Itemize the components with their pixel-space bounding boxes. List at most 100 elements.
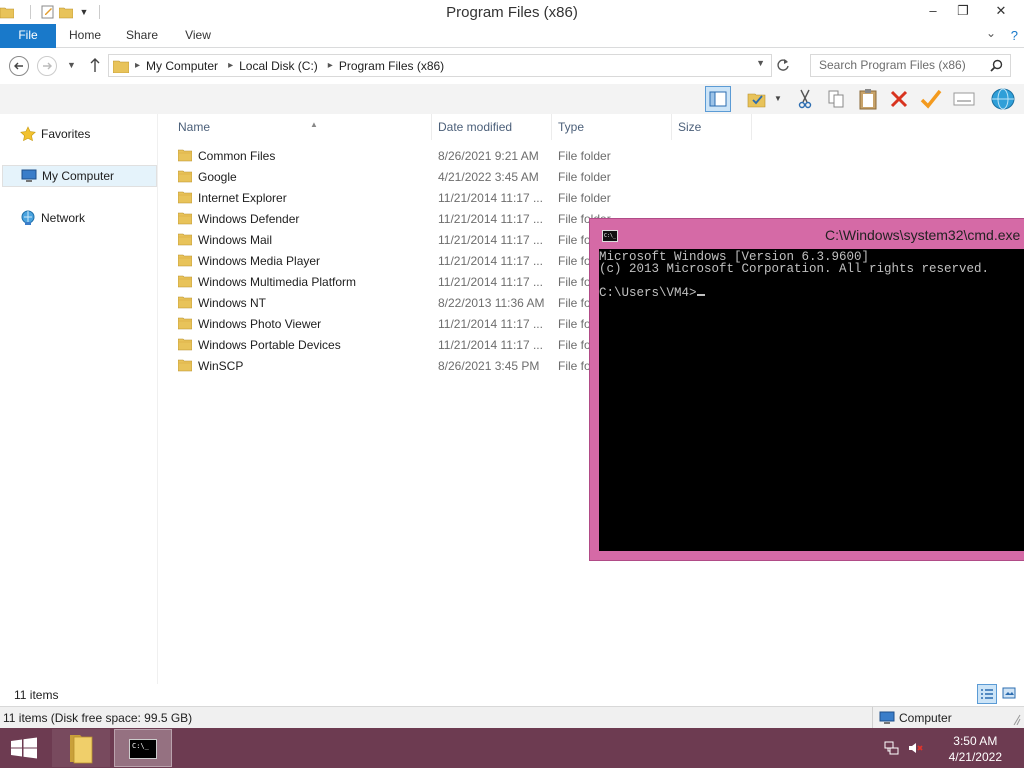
- file-date: 8/26/2021 3:45 PM: [438, 359, 540, 373]
- breadcrumb-local-disk[interactable]: Local Disk (C:): [239, 59, 318, 73]
- up-button[interactable]: [88, 56, 102, 77]
- details-view-button[interactable]: [977, 684, 997, 704]
- window-title: Program Files (x86): [446, 4, 578, 21]
- column-header-type[interactable]: Type: [552, 114, 672, 140]
- address-bar[interactable]: ▸ My Computer ▸ Local Disk (C:) ▸ Progra…: [108, 54, 772, 77]
- cmd-title-bar[interactable]: C:\_ C:\Windows\system32\cmd.exe: [590, 219, 1024, 249]
- taskbar-file-explorer[interactable]: [52, 729, 110, 767]
- ribbon-tabs: File Home Share View ⌄ ?: [0, 24, 1024, 48]
- breadcrumb-separator-icon[interactable]: ▸: [135, 60, 140, 71]
- nav-network[interactable]: Network: [0, 207, 158, 229]
- layout-icon: [709, 91, 727, 107]
- back-button[interactable]: [9, 56, 29, 76]
- expand-ribbon-icon[interactable]: ⌄: [986, 26, 996, 40]
- start-button[interactable]: [0, 728, 48, 768]
- forward-button[interactable]: [37, 56, 57, 76]
- table-row[interactable]: Google 4/21/2022 3:45 AM File folder: [172, 166, 772, 187]
- column-header-date[interactable]: Date modified: [432, 114, 552, 140]
- column-name-label: Name: [178, 120, 211, 134]
- globe-button[interactable]: [990, 86, 1016, 112]
- file-date: 11/21/2014 11:17 ...: [438, 275, 543, 289]
- copy-button[interactable]: [823, 86, 849, 112]
- maximize-button[interactable]: ❐: [948, 0, 978, 22]
- rename-button[interactable]: [951, 86, 977, 112]
- file-date: 8/22/2013 11:36 AM: [438, 296, 545, 310]
- zone-indicator: Computer: [872, 707, 952, 728]
- scissors-icon: [798, 89, 812, 109]
- nav-my-computer[interactable]: My Computer: [2, 165, 157, 187]
- cmd-window[interactable]: C:\_ C:\Windows\system32\cmd.exe Microso…: [589, 218, 1024, 561]
- address-history-chevron-icon[interactable]: ▼: [756, 58, 765, 68]
- computer-icon: [879, 711, 895, 725]
- search-input[interactable]: Search Program Files (x86): [810, 54, 1011, 77]
- file-type: File fo: [558, 275, 591, 289]
- help-icon[interactable]: ?: [1011, 28, 1018, 43]
- check-button[interactable]: [918, 86, 944, 112]
- cmd-console[interactable]: Microsoft Windows [Version 6.3.9600] (c)…: [599, 249, 1024, 551]
- minimize-button[interactable]: –: [918, 0, 948, 22]
- select-dropdown-chevron-icon[interactable]: ▼: [774, 94, 782, 103]
- file-type: File fo: [558, 359, 591, 373]
- tab-share[interactable]: Share: [118, 24, 166, 48]
- recent-locations-chevron-icon[interactable]: ▼: [67, 60, 76, 70]
- breadcrumb-my-computer[interactable]: My Computer: [146, 59, 218, 73]
- file-date: 4/21/2022 3:45 AM: [438, 170, 539, 184]
- resize-grip-icon[interactable]: [1011, 711, 1021, 726]
- file-name: WinSCP: [198, 359, 244, 373]
- volume-muted-icon[interactable]: [908, 740, 924, 756]
- clock-date: 4/21/2022: [948, 750, 1002, 764]
- file-date: 11/21/2014 11:17 ...: [438, 212, 543, 226]
- folder-icon: [112, 59, 130, 73]
- tab-home[interactable]: Home: [60, 24, 110, 48]
- file-type: File fo: [558, 317, 591, 331]
- item-count: 11 items: [14, 688, 59, 702]
- clock[interactable]: 3:50 AM 4/21/2022: [949, 733, 1002, 765]
- column-header-name[interactable]: Name ▲: [172, 114, 432, 140]
- breadcrumb-separator-icon[interactable]: ▸: [228, 60, 233, 71]
- tab-view[interactable]: View: [174, 24, 222, 48]
- taskbar: C:\_ 3:50 AM 4/21/2022: [0, 728, 1024, 768]
- file-name: Common Files: [198, 149, 276, 163]
- refresh-icon[interactable]: [776, 58, 790, 75]
- preview-pane-button[interactable]: [705, 86, 731, 112]
- disk-space-info: 11 items (Disk free space: 99.5 GB): [3, 711, 193, 725]
- breadcrumb-separator-icon[interactable]: ▸: [328, 60, 333, 71]
- close-button[interactable]: ✕: [978, 0, 1024, 22]
- cmd-title: C:\Windows\system32\cmd.exe: [825, 227, 1021, 243]
- table-row[interactable]: Common Files 8/26/2021 9:21 AM File folder: [172, 145, 772, 166]
- folder-icon: [177, 337, 193, 351]
- title-bar: ▼ Program Files (x86) – ❐ ✕: [0, 0, 1024, 24]
- tab-file[interactable]: File: [0, 24, 56, 48]
- copy-icon: [828, 90, 844, 108]
- file-date: 11/21/2014 11:17 ...: [438, 233, 543, 247]
- search-icon[interactable]: [990, 59, 1003, 75]
- breadcrumb-program-files[interactable]: Program Files (x86): [339, 59, 444, 73]
- file-type: File fo: [558, 233, 591, 247]
- large-icons-view-button[interactable]: [999, 684, 1019, 704]
- folder-icon: [177, 148, 193, 162]
- globe-icon: [991, 88, 1015, 110]
- paste-button[interactable]: [855, 86, 881, 112]
- folder-icon: [177, 295, 193, 309]
- folder-icon: [177, 253, 193, 267]
- file-type: File fo: [558, 254, 591, 268]
- nav-favorites[interactable]: Favorites: [0, 123, 158, 145]
- folder-icon: [70, 735, 93, 764]
- taskbar-cmd[interactable]: C:\_: [114, 729, 172, 767]
- file-name: Google: [198, 170, 237, 184]
- table-row[interactable]: Internet Explorer 11/21/2014 11:17 ... Fil…: [172, 187, 772, 208]
- file-name: Windows Photo Viewer: [198, 317, 322, 331]
- file-type: File fo: [558, 338, 591, 352]
- command-toolbar: ▼: [0, 84, 1024, 114]
- delete-button[interactable]: [886, 86, 912, 112]
- folder-icon: [177, 169, 193, 183]
- network-tray-icon[interactable]: [884, 740, 900, 756]
- star-icon: [20, 126, 36, 142]
- details-status-bar: 11 items (Disk free space: 99.5 GB) Comp…: [0, 706, 1024, 728]
- cut-button[interactable]: [792, 86, 818, 112]
- column-header-size[interactable]: Size: [672, 114, 752, 140]
- select-all-button[interactable]: [744, 86, 770, 112]
- window-controls: – ❐ ✕: [918, 0, 1024, 22]
- file-name: Windows Portable Devices: [198, 338, 341, 352]
- file-name: Windows Media Player: [198, 254, 321, 268]
